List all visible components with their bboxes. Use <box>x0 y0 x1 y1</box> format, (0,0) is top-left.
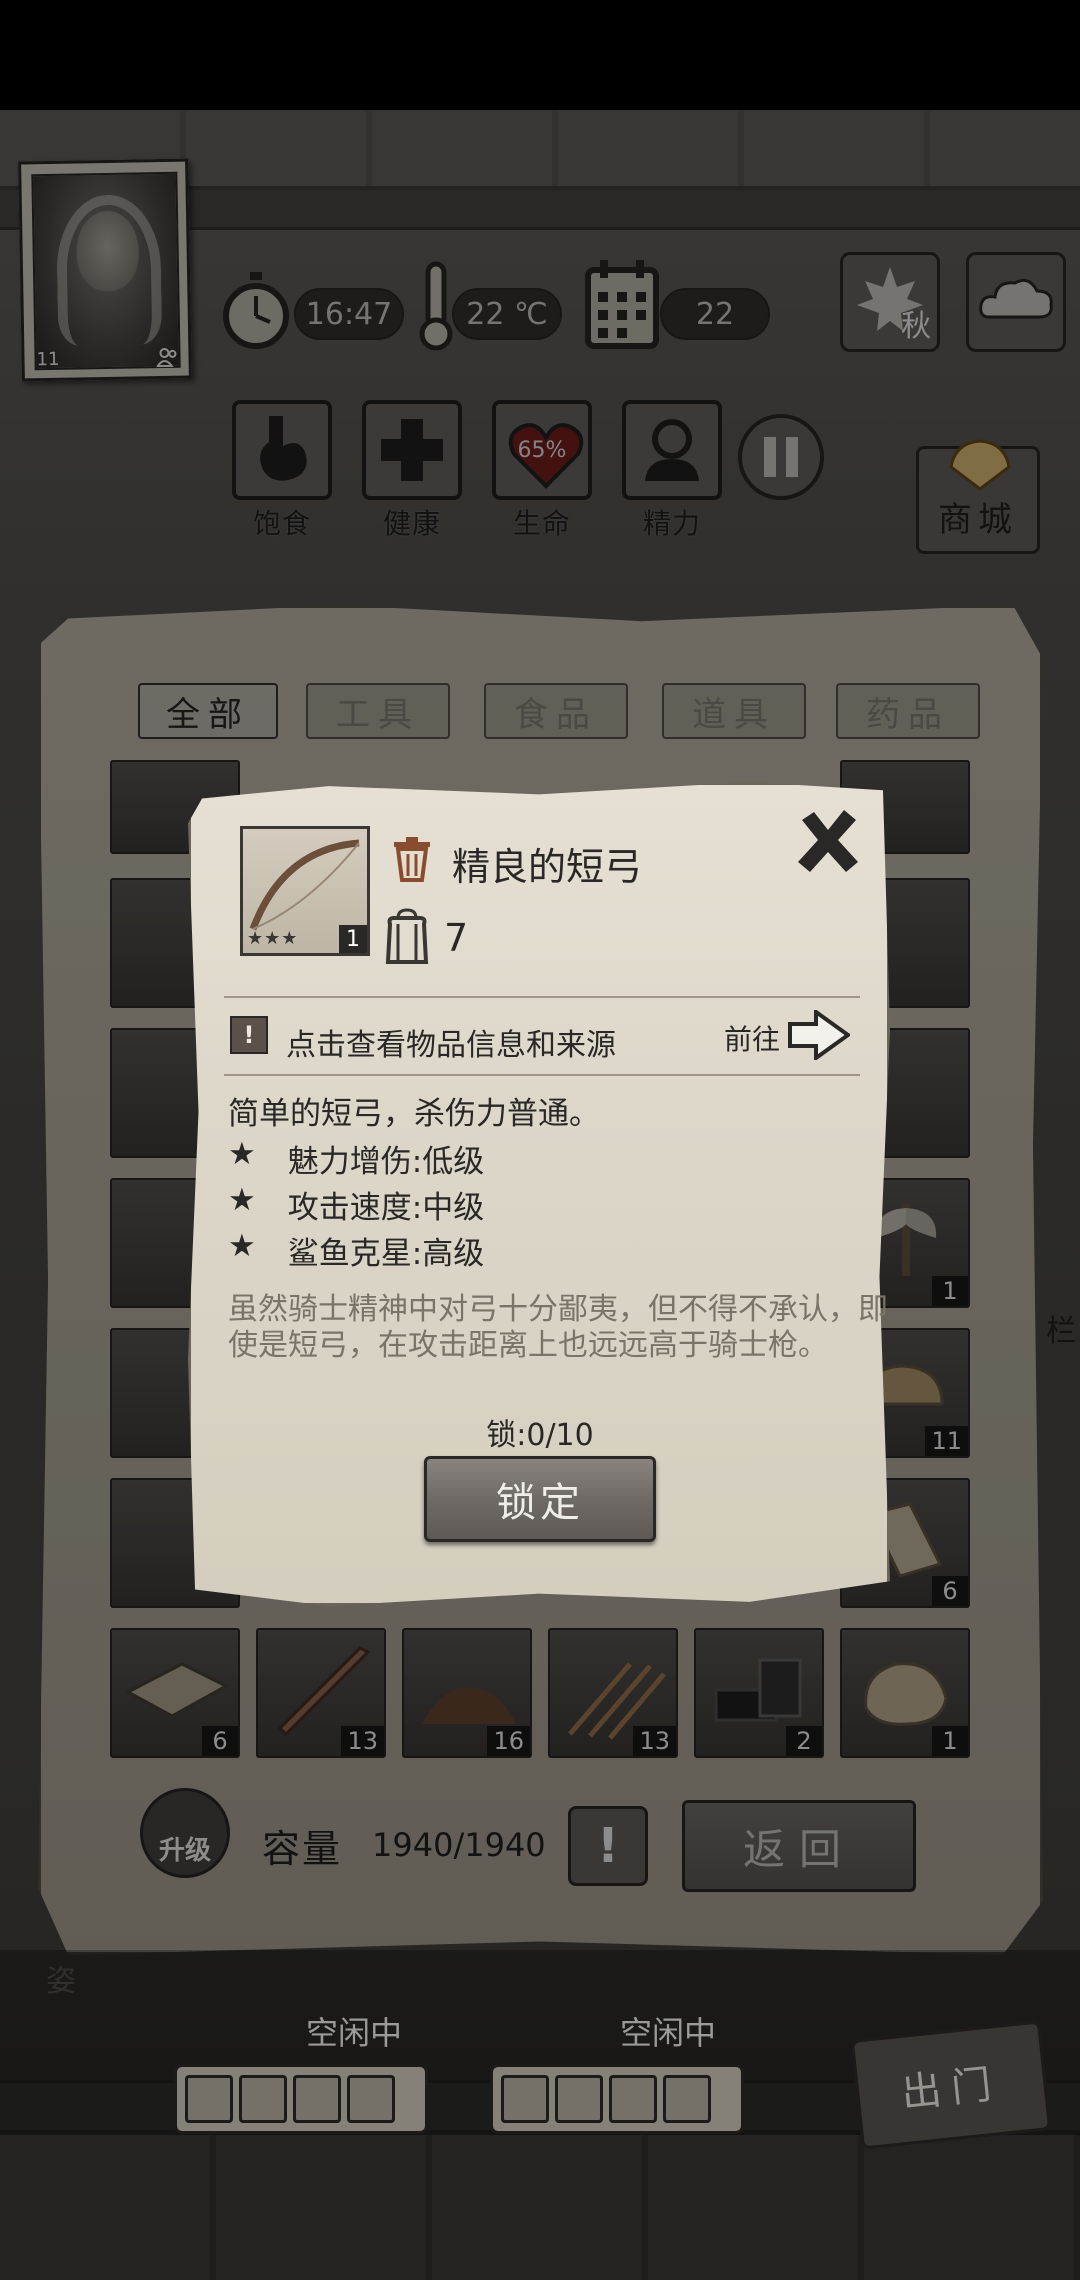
backpack-icon <box>385 908 429 964</box>
item-quality: 1 <box>339 925 367 953</box>
item-flavor-text: 虽然骑士精神中对弓十分鄙夷，但不得不承认，即使是短弓，在攻击距离上也远远高于骑士… <box>228 1292 888 1363</box>
close-icon[interactable] <box>792 806 864 878</box>
goto-label[interactable]: 前往 <box>724 1018 780 1058</box>
goto-arrow-icon[interactable] <box>786 1010 850 1060</box>
divider <box>224 1074 860 1076</box>
bottom-dim <box>0 1950 1080 2280</box>
star-icon: ★ <box>228 1182 256 1218</box>
attribute-row: ★ 鲨鱼克星:高级 <box>228 1228 484 1273</box>
info-icon: ! <box>230 1016 268 1054</box>
attribute-row: ★ 魅力增伤:低级 <box>228 1136 484 1181</box>
divider <box>224 996 860 998</box>
item-name: 精良的短弓 <box>452 845 643 889</box>
attribute-text: 鲨鱼克星:高级 <box>287 1236 485 1272</box>
short-bow-icon <box>249 839 360 931</box>
lock-count: 锁:0/10 <box>486 1418 594 1453</box>
star-icon: ★ <box>228 1136 256 1172</box>
item-quantity: 7 <box>444 916 469 960</box>
item-stars: ★★★ <box>247 928 299 949</box>
attribute-text: 魅力增伤:低级 <box>287 1144 485 1180</box>
lock-button-label: 锁定 <box>496 1480 584 1526</box>
star-icon: ★ <box>228 1228 256 1264</box>
item-thumbnail: ★★★ 1 <box>240 826 370 956</box>
attribute-text: 攻击速度:中级 <box>287 1190 485 1226</box>
lock-button[interactable]: 锁定 <box>424 1456 656 1542</box>
attribute-row: ★ 攻击速度:中级 <box>228 1182 484 1227</box>
trash-icon[interactable] <box>392 836 432 882</box>
item-description: 简单的短弓，杀伤力普通。 <box>228 1096 600 1132</box>
item-info-link[interactable]: 点击查看物品信息和来源 <box>286 1020 616 1064</box>
